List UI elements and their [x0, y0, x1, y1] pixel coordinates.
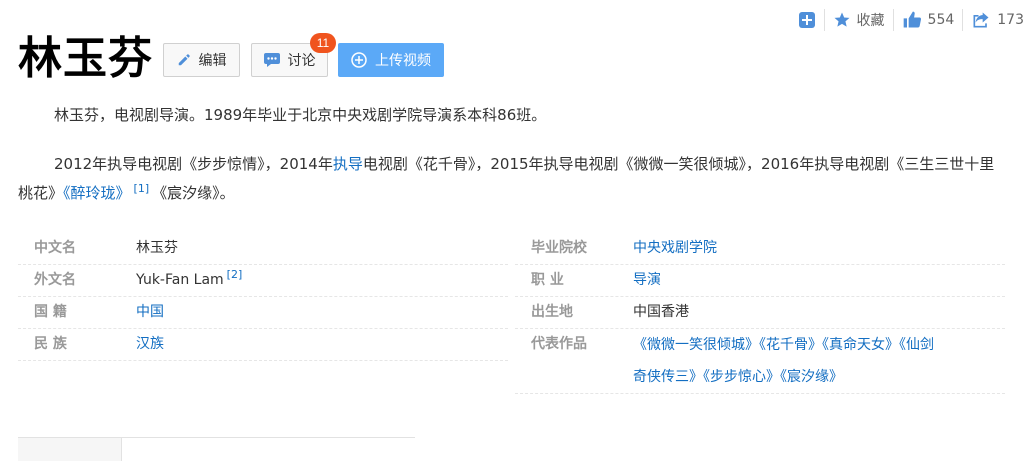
info-key: 中文名: [34, 240, 76, 256]
works-line-2[interactable]: 奇侠传三》《步步惊心》《宸汐缘》: [633, 361, 1005, 393]
collect-button[interactable]: 收藏: [825, 8, 893, 32]
info-row-birthplace: 出生地 中国香港: [515, 297, 1005, 329]
upload-video-button[interactable]: 上传视频: [338, 43, 444, 77]
plus-circle-icon: [351, 52, 367, 68]
share-icon: [973, 12, 989, 28]
info-key: 外文名: [34, 272, 76, 288]
works-line-1[interactable]: 《微微一笑很倾城》《花千骨》《真命天女》《仙剑: [633, 329, 1005, 361]
summary-paragraph: 林玉芬，电视剧导演。1989年毕业于北京中央戏剧学院导演系本科86班。: [54, 106, 547, 124]
career-paragraph: 2012年执导电视剧《步步惊情》，2014年执导电视剧《花千骨》，2015年执导…: [18, 150, 1008, 208]
nationality-link[interactable]: 中国: [136, 297, 508, 328]
info-row-nationality: 国 籍 中国: [18, 297, 508, 329]
info-key: 职 业: [531, 272, 564, 288]
like-button[interactable]: 554: [894, 8, 963, 32]
pencil-icon: [178, 54, 190, 66]
info-row-chinese-name: 中文名 林玉芬: [18, 233, 508, 265]
upload-video-label: 上传视频: [375, 53, 431, 69]
edit-button-label: 编辑: [198, 53, 227, 69]
ethnicity-link[interactable]: 汉族: [136, 329, 508, 360]
discuss-count-badge: 11: [310, 33, 336, 53]
career-text-1: 2012年执导电视剧《步步惊情》，2014年: [54, 155, 333, 173]
info-row-works: 代表作品 《微微一笑很倾城》《花千骨》《真命天女》《仙剑 奇侠传三》《步步惊心》…: [515, 329, 1005, 394]
career-text-3: 《宸汐缘》。: [152, 184, 235, 202]
link-zuilinglong[interactable]: 《醉玲珑》: [63, 184, 131, 202]
star-icon: [834, 12, 850, 27]
discuss-button[interactable]: 讨论 11: [251, 33, 336, 77]
share-count: 173: [997, 12, 1024, 28]
add-button[interactable]: [790, 8, 824, 32]
bottom-tab[interactable]: [18, 438, 122, 461]
info-value: 中国香港: [633, 304, 689, 320]
info-row-foreign-name: 外文名 Yuk-Fan Lam [2]: [18, 265, 508, 297]
reference-2[interactable]: [2]: [224, 268, 246, 281]
works-links[interactable]: 《微微一笑很倾城》《花千骨》《真命天女》《仙剑 奇侠传三》《步步惊心》《宸汐缘》: [633, 329, 1005, 393]
info-row-school: 毕业院校 中央戏剧学院: [515, 233, 1005, 265]
chat-bubble-icon: [263, 53, 280, 67]
share-button[interactable]: 173: [963, 8, 1032, 32]
school-link[interactable]: 中央戏剧学院: [633, 233, 1005, 264]
info-key: 出生地: [531, 304, 573, 320]
info-value: Yuk-Fan Lam [2]: [136, 265, 508, 296]
info-value: 林玉芬: [136, 240, 178, 256]
thumbs-up-icon: [903, 11, 921, 28]
reference-1[interactable]: [1]: [131, 182, 153, 195]
info-row-ethnicity: 民 族 汉族: [18, 329, 508, 361]
info-key: 毕业院校: [531, 240, 587, 256]
discuss-button-label: 讨论: [287, 53, 316, 69]
occupation-link[interactable]: 导演: [633, 265, 1005, 296]
page-title: 林玉芬: [18, 33, 153, 84]
info-row-occupation: 职 业 导演: [515, 265, 1005, 297]
basic-info-left: 中文名 林玉芬 外文名 Yuk-Fan Lam [2] 国 籍 中国 民 族 汉族: [18, 233, 508, 361]
info-key: 代表作品: [531, 336, 587, 352]
top-toolbar: 收藏 554 173: [790, 8, 1032, 32]
edit-button[interactable]: 编辑: [163, 43, 240, 77]
info-key: 国 籍: [34, 304, 67, 320]
foreign-name: Yuk-Fan Lam: [136, 272, 224, 288]
like-count: 554: [927, 12, 955, 28]
link-zhidao[interactable]: 执导: [333, 155, 363, 173]
plus-square-icon: [798, 12, 815, 28]
info-key: 民 族: [34, 336, 67, 352]
collect-label: 收藏: [856, 13, 885, 29]
basic-info-right: 毕业院校 中央戏剧学院 职 业 导演 出生地 中国香港 代表作品 《微微一笑很倾…: [515, 233, 1005, 394]
